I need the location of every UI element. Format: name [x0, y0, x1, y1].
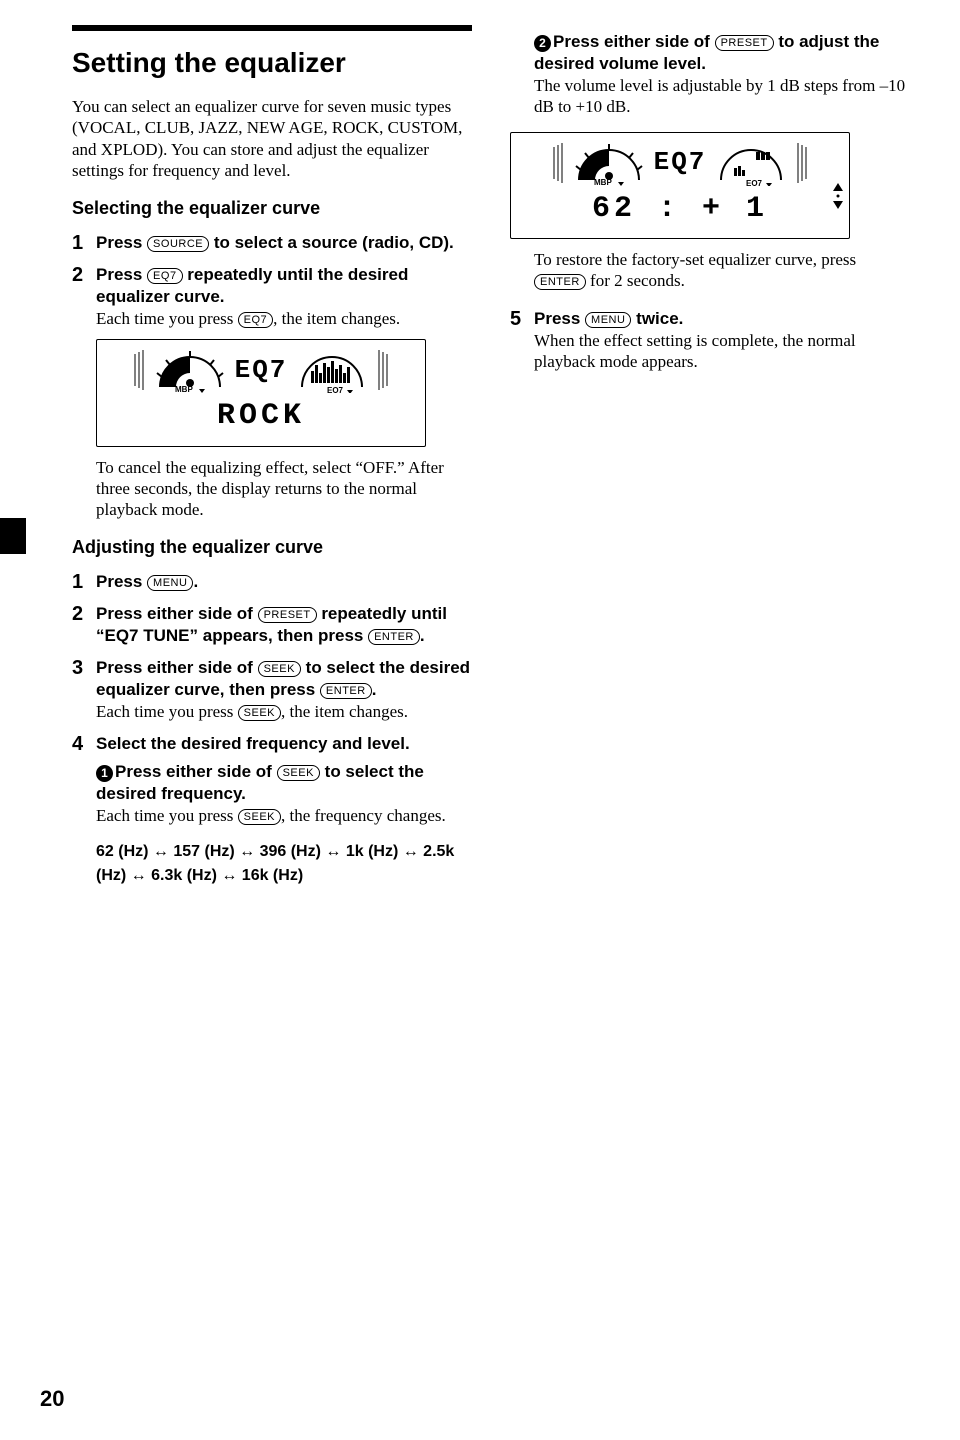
adj-step-2: 2 Press either side of PRESET repeatedly…: [72, 603, 472, 647]
circled-2-icon: 2: [534, 35, 551, 52]
eq7-button: EQ7: [147, 268, 183, 284]
gauge-left-icon: MBP: [574, 140, 644, 186]
seek-button: SEEK: [238, 809, 281, 825]
svg-text:MBP: MBP: [175, 385, 193, 393]
page-title: Setting the equalizer: [72, 45, 472, 80]
section-divider: [72, 25, 472, 31]
step-text: Press MENU.: [96, 572, 198, 591]
step-text: Press SOURCE to select a source (radio, …: [96, 233, 454, 252]
subheading-adjusting: Adjusting the equalizer curve: [72, 536, 472, 559]
step-text: Press MENU twice.: [534, 309, 683, 328]
step-number: 1: [72, 232, 96, 254]
frequency-list: 62 (Hz) ↔ 157 (Hz) ↔ 396 (Hz) ↔ 1k (Hz) …: [96, 840, 472, 888]
substep-text: 2Press either side of PRESET to adjust t…: [534, 32, 879, 73]
lcd-main-text: ROCK: [107, 398, 415, 436]
circled-1-icon: 1: [96, 765, 113, 782]
svg-text:MBP: MBP: [594, 178, 612, 186]
enter-button: ENTER: [368, 629, 420, 645]
seek-button: SEEK: [277, 765, 320, 781]
side-tab: [0, 518, 26, 554]
step-note: When the effect setting is complete, the…: [534, 330, 910, 373]
menu-button: MENU: [585, 312, 631, 328]
step-note: Each time you press SEEK, the item chang…: [96, 701, 472, 722]
adj-step-4: 4 Select the desired frequency and level…: [72, 733, 472, 903]
scale-stripes-icon: [371, 348, 389, 392]
step-2: 2 Press EQ7 repeatedly until the desired…: [72, 264, 472, 329]
svg-text:EQ7: EQ7: [746, 179, 763, 186]
eq7-button: EQ7: [238, 312, 274, 328]
preset-button: PRESET: [258, 607, 317, 623]
seek-button: SEEK: [238, 705, 281, 721]
sub-step-1: 1Press either side of SEEK to select the…: [96, 761, 472, 888]
step-text: Press either side of PRESET repeatedly u…: [96, 604, 447, 645]
step-text: Press EQ7 repeatedly until the desired e…: [96, 265, 408, 306]
lcd-eq-text: EQ7: [648, 146, 713, 179]
substep-note: Each time you press SEEK, the frequency …: [96, 805, 472, 826]
restore-note: To restore the factory-set equalizer cur…: [534, 249, 910, 292]
step-number: 2: [72, 264, 96, 329]
up-down-arrows-icon: [831, 183, 845, 209]
menu-button: MENU: [147, 575, 193, 591]
step-number: 4: [72, 733, 96, 903]
adj-step-3: 3 Press either side of SEEK to select th…: [72, 657, 472, 722]
substep-text: 1Press either side of SEEK to select the…: [96, 762, 424, 803]
enter-button: ENTER: [320, 683, 372, 699]
intro-text: You can select an equalizer curve for se…: [72, 96, 472, 181]
step-text: Select the desired frequency and level.: [96, 734, 410, 753]
scale-stripes-icon: [133, 348, 151, 392]
subheading-selecting: Selecting the equalizer curve: [72, 197, 472, 220]
sub-step-2: 2Press either side of PRESET to adjust t…: [534, 31, 910, 118]
step-number: 3: [72, 657, 96, 722]
step-text: Press either side of SEEK to select the …: [96, 658, 470, 699]
step-note: Each time you press EQ7, the item change…: [96, 308, 472, 329]
right-column: 2Press either side of PRESET to adjust t…: [510, 25, 910, 912]
left-column: Setting the equalizer You can select an …: [72, 25, 472, 912]
scale-stripes-icon: [552, 141, 570, 185]
adj-step-5: 5 Press MENU twice. When the effect sett…: [510, 308, 910, 373]
lcd-display-rock: MBP EQ7 EQ7 ROCK: [96, 339, 426, 447]
adj-step-1: 1 Press MENU.: [72, 571, 472, 593]
cancel-note: To cancel the equalizing effect, select …: [96, 457, 472, 521]
step-1: 1 Press SOURCE to select a source (radio…: [72, 232, 472, 254]
page-number: 20: [40, 1385, 64, 1413]
lcd-eq-text: EQ7: [229, 354, 294, 387]
svg-text:EQ7: EQ7: [327, 386, 344, 393]
source-button: SOURCE: [147, 236, 209, 252]
lcd-main-text: 62 : + 1: [521, 191, 839, 229]
substep-note: The volume level is adjustable by 1 dB s…: [534, 75, 910, 118]
scale-stripes-icon: [790, 141, 808, 185]
gauge-right-icon: EQ7: [716, 140, 786, 186]
step-number: 2: [72, 603, 96, 647]
enter-button: ENTER: [534, 274, 586, 290]
lcd-display-level: MBP EQ7 EQ7 62 : + 1: [510, 132, 850, 240]
seek-button: SEEK: [258, 661, 301, 677]
preset-button: PRESET: [715, 35, 774, 51]
gauge-right-icon: EQ7: [297, 347, 367, 393]
step-number: 1: [72, 571, 96, 593]
step-number: 5: [510, 308, 534, 373]
gauge-left-icon: MBP: [155, 347, 225, 393]
